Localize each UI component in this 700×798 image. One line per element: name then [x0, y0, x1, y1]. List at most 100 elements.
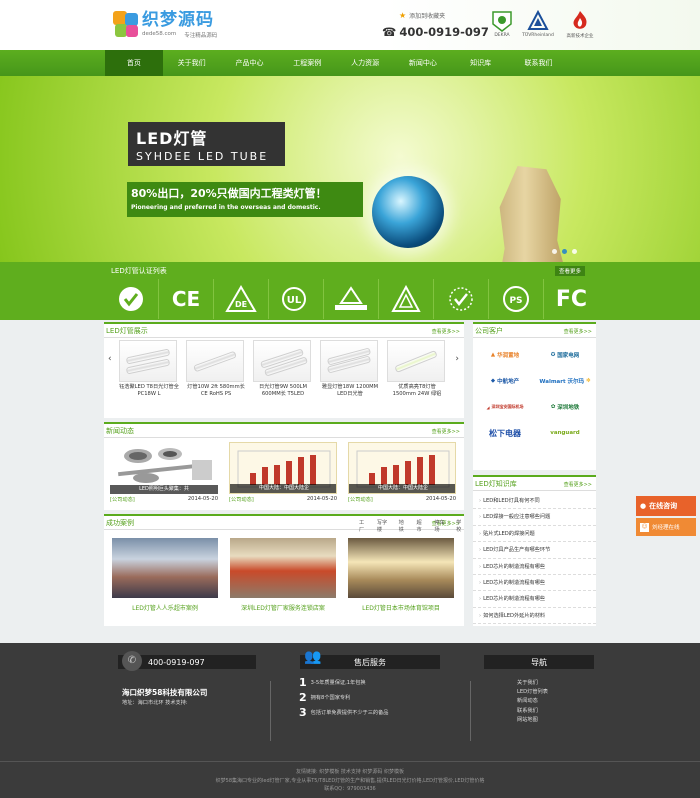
main-nav: 首页 关于我们 产品中心 工程案例 人力资源 新闻中心 知识库 联系我们 [0, 50, 700, 76]
news-more-link[interactable]: 查看更多>> [432, 428, 460, 435]
news-caption: 中国大陆：中国大陆企 [349, 484, 455, 493]
product-image [186, 340, 244, 382]
service-text: 包括订单免费提供不少于三的备品 [310, 710, 389, 716]
product-image [119, 340, 177, 382]
hero-banner[interactable]: LED灯管 SYHDEE LED TUBE 80%出口，20%只做国内工程类灯管… [0, 76, 700, 262]
client-logo[interactable]: Walmart 沃尔玛 ✻ [535, 372, 595, 390]
case-card[interactable]: LED灯管日本市场体育馆项目 [348, 538, 454, 612]
footer-nav-link[interactable]: 联系我们 [517, 707, 548, 716]
cert-label: DEKRA [494, 33, 510, 38]
service-item: 3 包括订单免费提供不少于三的备品 [299, 706, 388, 719]
case-card[interactable]: LED灯管人人乐超市案例 [112, 538, 218, 612]
product-card[interactable]: 钰浩聚LED T8日光灯管全PC18W L [119, 340, 179, 398]
cert-more-link[interactable]: 查看更多 [555, 266, 586, 276]
banner-title-box: LED灯管 SYHDEE LED TUBE [128, 122, 285, 166]
product-card[interactable]: 优质高亮T8灯管 1500mm 24W 绿铝 [387, 340, 447, 398]
news-card[interactable]: LED照明巨头聚集：共 [公司动态] 2014-05-20 [110, 442, 218, 503]
news-card[interactable]: 中国大陆：中国大陆企 [公司动态] 2014-05-20 [229, 442, 337, 503]
case-tab-subway[interactable]: 地铁 [399, 519, 407, 533]
footer-nav-link[interactable]: 新闻动态 [517, 697, 548, 706]
product-card[interactable]: 雅显灯管18W 1200MM LED日光管 [320, 340, 380, 398]
product-card[interactable]: 日光灯管9W 500LM 600MM长 T5LED [253, 340, 313, 398]
add-favorite-link[interactable]: ★ 添加到收藏夹 [399, 11, 445, 20]
knowledge-item[interactable]: LED灯具产品生产有哪些环节 [473, 542, 596, 559]
clients-box: 公司客户 查看更多>> ▲ 华润置地 ✪ 国家电网 ◆ 中航地产 Walmart 沃尔… [473, 322, 596, 470]
client-logo[interactable]: ◢ 深圳宝安国际机场 [475, 398, 535, 416]
nav-contact[interactable]: 联系我们 [510, 50, 568, 76]
svg-text:PS: PS [509, 296, 522, 306]
chat-bubble-icon: ● [640, 502, 647, 510]
consult-label: 在线咨询 [649, 502, 678, 510]
footer-nav-link[interactable]: 网站地图 [517, 716, 548, 725]
consult-button[interactable]: ● 在线咨询 [636, 496, 696, 516]
case-tab-school[interactable]: 学校 [456, 519, 464, 533]
slider-dots [552, 249, 577, 254]
footer-company: 海口织梦58科技有限公司 [122, 688, 208, 697]
next-arrow-icon[interactable]: › [455, 354, 459, 364]
client-name: 国家电网 [557, 353, 580, 359]
knowledge-item[interactable]: 贴片式LED的焊接问题 [473, 526, 596, 543]
product-card[interactable]: 灯管10W 2ft 580mm长 CE RoHS PS [186, 340, 246, 398]
content-area: LED灯管展示 查看更多>> ‹ › 钰浩聚LED T8日光灯管全PC18W L… [0, 320, 700, 643]
client-logo[interactable]: 松下电器 [475, 424, 535, 442]
nav-products[interactable]: 产品中心 [221, 50, 279, 76]
knowledge-item[interactable]: LED芯片的制造流程有哪些 [473, 591, 596, 608]
nav-about[interactable]: 关于我们 [163, 50, 221, 76]
products-more-link[interactable]: 查看更多>> [432, 328, 460, 335]
knowledge-item[interactable]: LED芯片的制造流程有哪些 [473, 575, 596, 592]
nav-home[interactable]: 首页 [105, 50, 163, 76]
logo-site: dede58.com [142, 31, 177, 37]
prev-arrow-icon[interactable]: ‹ [108, 354, 112, 364]
clients-more-link[interactable]: 查看更多>> [564, 328, 592, 335]
news-caption: 中国大陆：中国大陆企 [230, 484, 336, 493]
logo-mark-icon: ◆ [490, 378, 496, 384]
favorite-label: 添加到收藏夹 [409, 13, 446, 20]
service-bar: 👥 售后服务 [300, 649, 440, 669]
clients-title: 公司客户 [475, 327, 503, 335]
friend-links[interactable]: 友情链接: 织梦模板 技术支持 织梦源码 织梦模板 [0, 768, 700, 777]
case-tab-office[interactable]: 写字楼 [377, 519, 389, 533]
nav-knowledge[interactable]: 知识库 [452, 50, 510, 76]
nav-cases[interactable]: 工程案例 [278, 50, 336, 76]
client-logo[interactable]: ✿ 深圳地铁 [535, 398, 595, 416]
knowledge-item[interactable]: 如何选择LED外延片的材料 [473, 608, 596, 625]
online-agent-button[interactable]: ☺ 刘经理在线 [636, 518, 696, 536]
case-tab-parking[interactable]: 停车场 [434, 519, 446, 533]
news-image: 中国大陆：中国大陆企 [229, 442, 337, 494]
nav-hr[interactable]: 人力资源 [336, 50, 394, 76]
cert-logo-fc: FC [555, 286, 588, 312]
cases-box: 成功案例 查看更多>> 工厂 写字楼 地铁 超市 停车场 学校 LED灯管人人乐… [104, 514, 464, 626]
case-tab-factory[interactable]: 工厂 [359, 519, 367, 533]
nav-news[interactable]: 新闻中心 [394, 50, 452, 76]
client-name: 深圳宝安国际机场 [491, 404, 524, 409]
cert-bar: LED灯管认证列表 查看更多 CE DE UL PS FC [0, 262, 700, 320]
slider-dot[interactable] [572, 249, 577, 254]
service-num: 1 [299, 676, 307, 689]
footer-phone-bar: ✆ 400-0919-097 [118, 651, 256, 671]
footer-nav-link[interactable]: LED灯管列表 [517, 688, 548, 697]
divider [470, 681, 471, 741]
service-text: 3-5年质量保证,1年包换 [310, 680, 366, 686]
phone-icon: ☎ [382, 25, 397, 39]
client-logo[interactable]: ✪ 国家电网 [535, 346, 595, 364]
knowledge-item[interactable]: LED芯片的制造流程有哪些 [473, 559, 596, 575]
client-logo[interactable]: ▲ 华润置地 [475, 346, 535, 364]
slider-dot-active[interactable] [562, 249, 567, 254]
client-logo[interactable]: ◆ 中航地产 [475, 372, 535, 390]
knowledge-item[interactable]: LED和LED灯具有何不同 [473, 493, 596, 510]
slider-dot[interactable] [552, 249, 557, 254]
product-name: 灯管10W 2ft 580mm长 CE RoHS PS [187, 384, 245, 397]
footer-nav-link[interactable]: 关于我们 [517, 679, 548, 688]
case-tab-supermarket[interactable]: 超市 [417, 519, 425, 533]
globe-image [372, 176, 444, 248]
knowledge-item[interactable]: LED焊接一般应注意哪些问题 [473, 509, 596, 526]
knowledge-more-link[interactable]: 查看更多>> [564, 481, 592, 488]
case-card[interactable]: 深圳LED灯管厂家服务连锁店案 [230, 538, 336, 612]
news-category: [公司动态] [348, 497, 373, 503]
cert-label: TÜVRheinland [522, 33, 554, 38]
news-title: 新闻动态 [106, 427, 134, 435]
client-name: vanguard [550, 430, 580, 436]
news-card[interactable]: 中国大陆：中国大陆企 [公司动态] 2014-05-20 [348, 442, 456, 503]
logo[interactable]: 织梦源码 dede58.com 专注精品源码 [113, 8, 217, 42]
client-logo[interactable]: vanguard [535, 424, 595, 442]
